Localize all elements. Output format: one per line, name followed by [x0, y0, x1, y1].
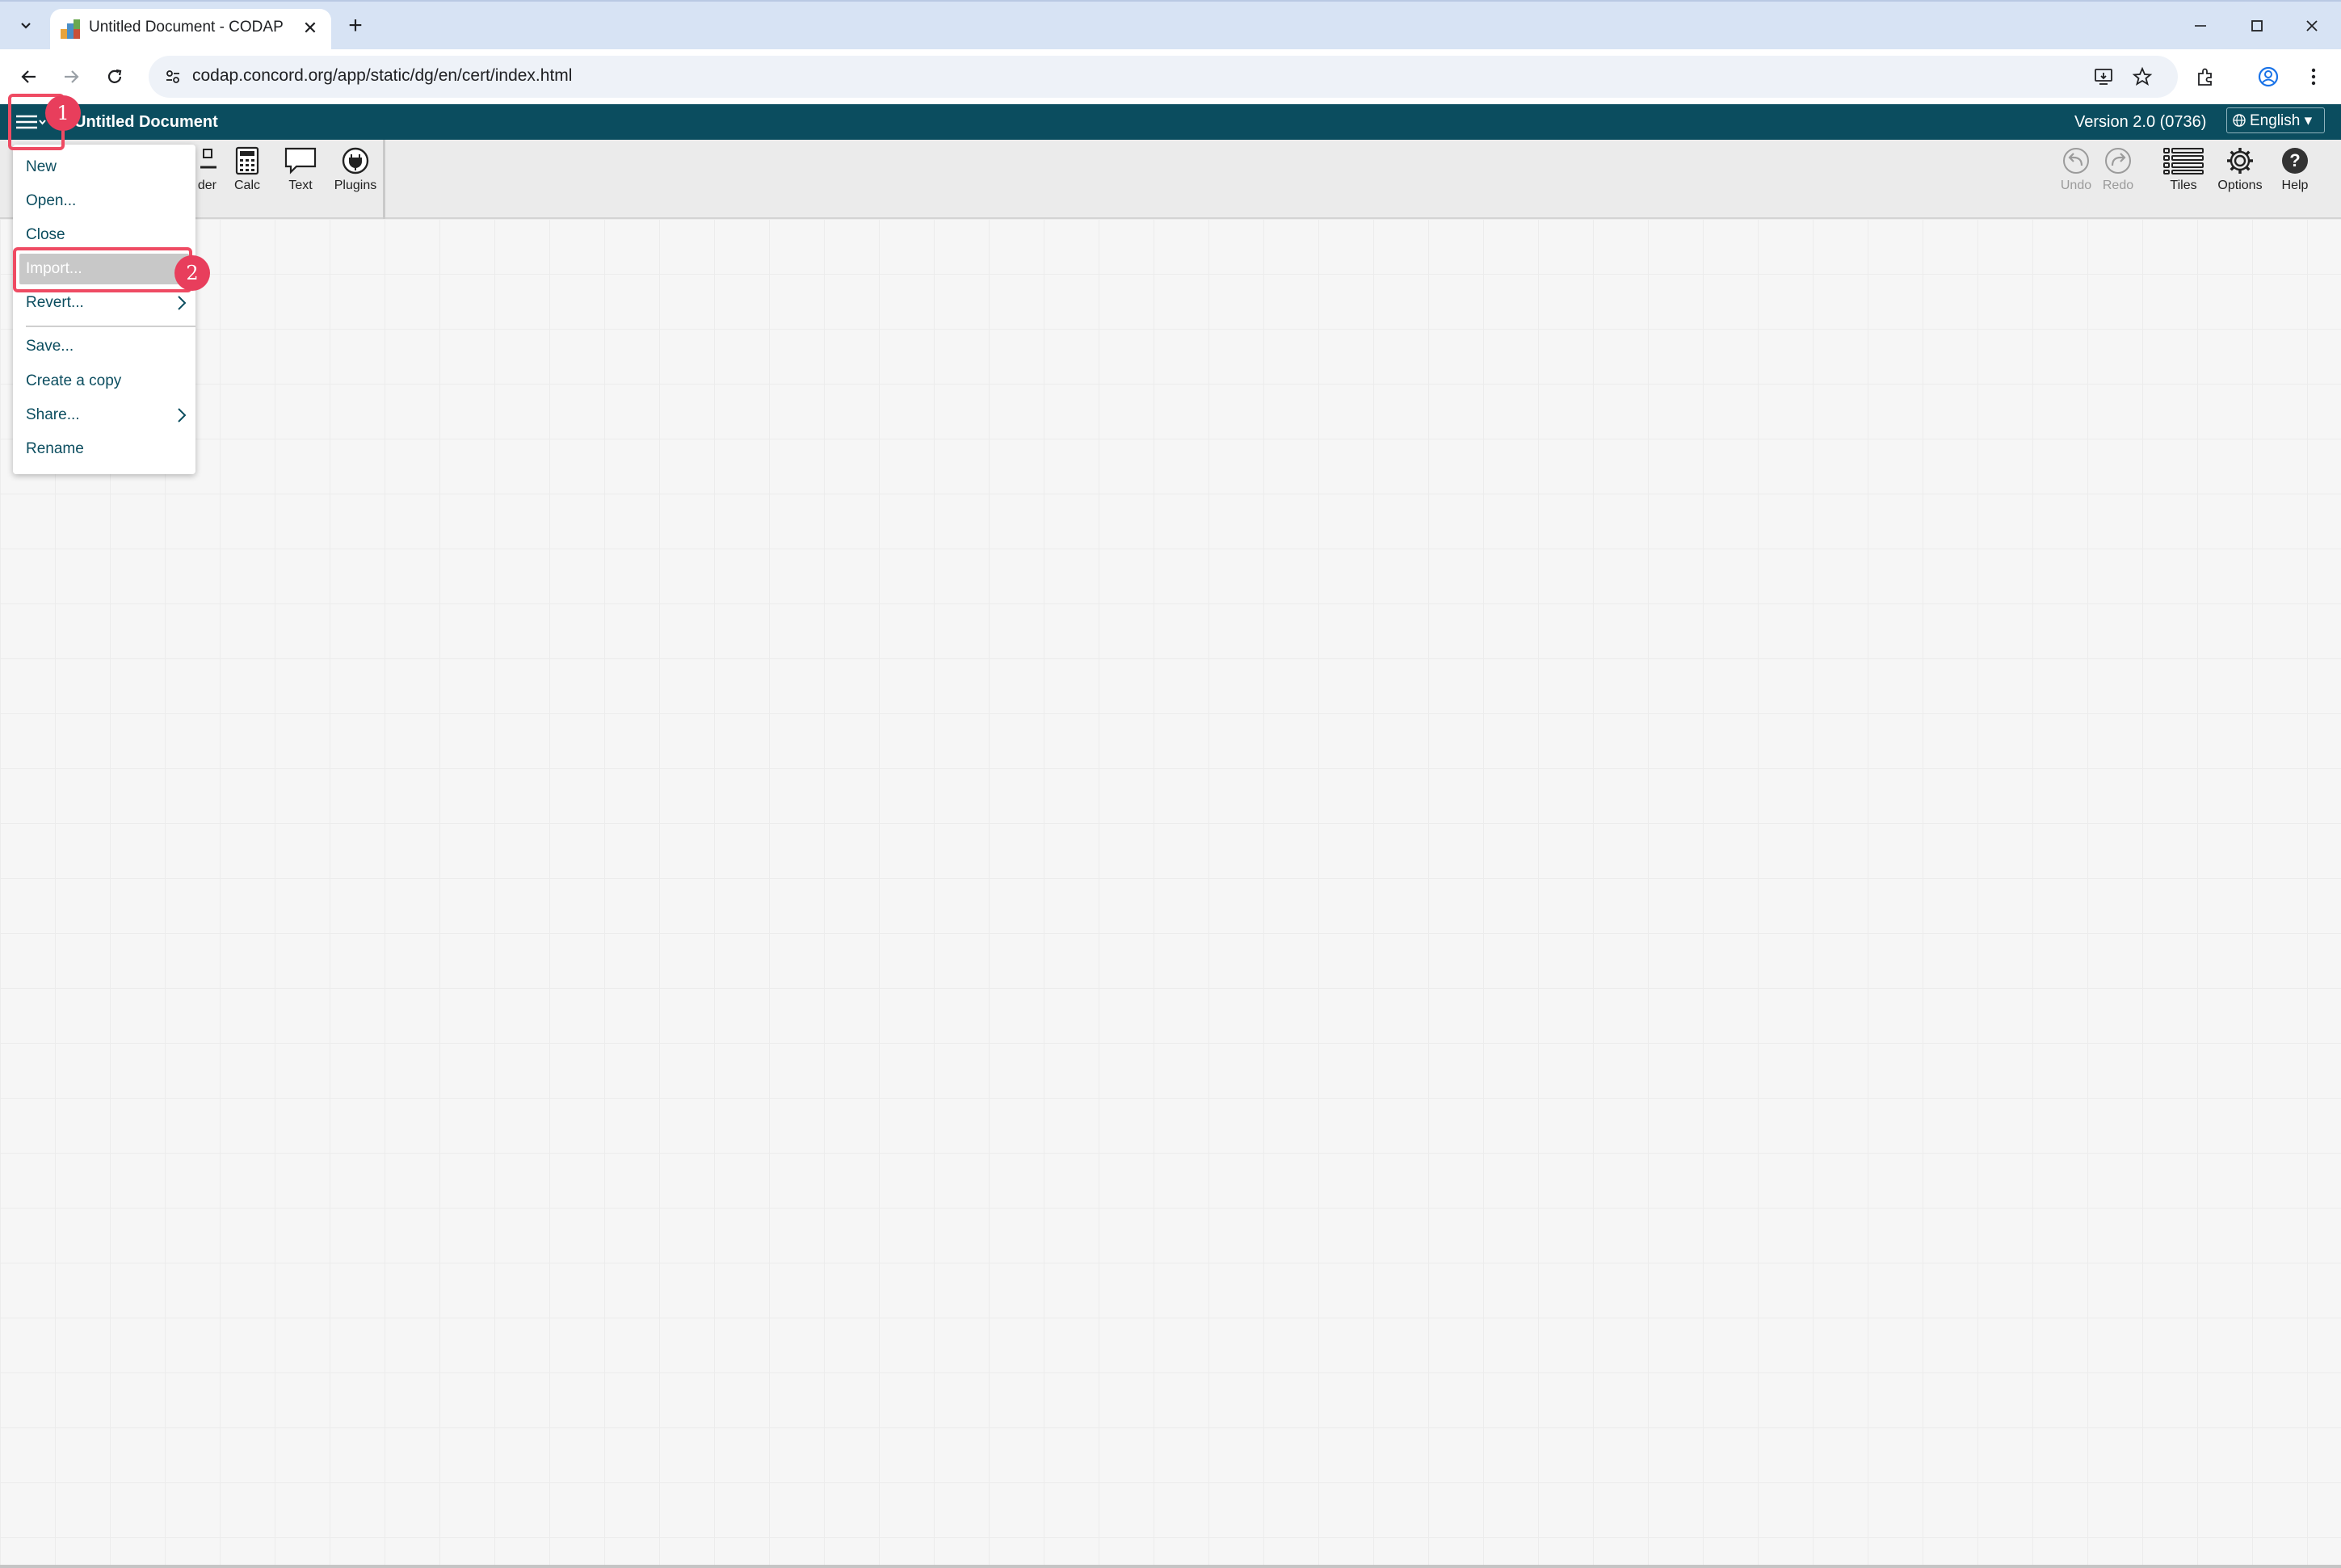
site-settings-icon[interactable]: [162, 65, 184, 88]
undo-label: Undo: [2060, 179, 2092, 192]
version-label: Version 2.0 (0736): [2074, 113, 2207, 131]
menu-separator: [26, 326, 195, 327]
gear-icon: [2227, 148, 2253, 174]
extensions-puzzle-icon[interactable]: [2189, 61, 2221, 93]
menu-item-share[interactable]: Share...: [13, 400, 195, 431]
options-button[interactable]: Options: [2213, 146, 2267, 216]
undo-icon: [2063, 148, 2089, 174]
submenu-chevron-right-icon: [178, 296, 187, 310]
tool-shelf: der Calc Text Plugins Undo Redo Tiles Op…: [0, 140, 2341, 219]
redo-label: Redo: [2102, 179, 2134, 192]
options-label: Options: [2217, 179, 2263, 192]
tiles-label: Tiles: [2170, 179, 2197, 192]
menu-item-share-label: Share...: [26, 406, 80, 423]
submenu-chevron-right-icon: [178, 408, 187, 422]
annotation-badge-1: 1: [45, 95, 81, 131]
browser-toolbar: codap.concord.org/app/static/dg/en/cert/…: [0, 49, 2341, 104]
browser-tab-active[interactable]: Untitled Document - CODAP ✕: [50, 9, 331, 51]
new-tab-button[interactable]: +: [341, 11, 370, 40]
menu-item-close[interactable]: Close: [13, 220, 195, 250]
calculator-icon: [235, 146, 259, 175]
tab-title: Untitled Document - CODAP: [89, 19, 284, 36]
minimize-window-icon[interactable]: [2181, 11, 2220, 40]
plugins-tool-button[interactable]: Plugins: [331, 146, 380, 216]
text-tool-label: Text: [288, 179, 313, 192]
redo-icon: [2105, 148, 2131, 174]
annotation-badge-2: 2: [174, 255, 210, 291]
menu-item-rename[interactable]: Rename: [13, 434, 195, 465]
file-menu-dropdown: New Open... Close Import... Revert... Sa…: [13, 145, 195, 474]
tab-list-chevron-icon[interactable]: [10, 11, 42, 40]
language-label: English ▾: [2250, 111, 2313, 129]
url-text[interactable]: codap.concord.org/app/static/dg/en/cert/…: [192, 66, 572, 86]
help-button[interactable]: ? Help: [2276, 146, 2314, 216]
codap-menubar: Untitled Document Version 2.0 (0736) Eng…: [0, 104, 2341, 140]
annotation-box-2: [13, 247, 192, 292]
language-menu[interactable]: English ▾: [2226, 107, 2325, 133]
browser-tab-strip: Untitled Document - CODAP ✕ +: [0, 0, 2341, 51]
calc-tool-button[interactable]: Calc: [229, 146, 265, 216]
bookmark-star-icon[interactable]: [2129, 64, 2155, 90]
globe-icon: [2233, 114, 2246, 127]
codap-favicon-icon: [60, 19, 81, 40]
maximize-window-icon[interactable]: [2238, 11, 2276, 40]
undo-button[interactable]: Undo: [2058, 146, 2094, 216]
document-title[interactable]: Untitled Document: [74, 113, 218, 132]
calc-tool-label: Calc: [233, 179, 260, 192]
menu-item-revert-label: Revert...: [26, 294, 84, 311]
menu-item-create-copy[interactable]: Create a copy: [13, 366, 195, 397]
help-label: Help: [2281, 179, 2309, 192]
tab-close-icon[interactable]: ✕: [299, 17, 322, 40]
menu-item-new[interactable]: New: [13, 152, 195, 183]
slider-icon: [200, 149, 216, 169]
menu-item-save[interactable]: Save...: [13, 331, 195, 362]
redo-button[interactable]: Redo: [2100, 146, 2136, 216]
forward-arrow-icon[interactable]: [55, 61, 87, 93]
plugins-tool-label: Plugins: [334, 179, 377, 192]
address-bar[interactable]: codap.concord.org/app/static/dg/en/cert/…: [149, 56, 2178, 98]
menu-item-open[interactable]: Open...: [13, 186, 195, 216]
tiles-button[interactable]: Tiles: [2162, 146, 2205, 216]
window-bottom-edge: [0, 1565, 2341, 1568]
back-arrow-icon[interactable]: [13, 61, 45, 93]
reload-icon[interactable]: [99, 61, 131, 93]
tiles-list-icon: [2163, 148, 2204, 174]
browser-menu-kebab-icon[interactable]: [2297, 61, 2330, 93]
slider-tool-label: der: [197, 179, 216, 192]
tool-shelf-divider: [383, 140, 385, 219]
svg-text:?: ?: [2289, 150, 2300, 170]
document-workspace[interactable]: [0, 219, 2341, 1568]
plug-icon: [342, 147, 369, 174]
install-app-icon[interactable]: [2091, 64, 2116, 90]
close-window-icon[interactable]: [2293, 11, 2331, 40]
text-tool-button[interactable]: Text: [281, 146, 320, 216]
text-speech-bubble-icon: [284, 147, 317, 174]
help-question-icon: ?: [2282, 148, 2308, 174]
codap-app: Untitled Document Version 2.0 (0736) Eng…: [0, 104, 2341, 1568]
profile-avatar-icon[interactable]: [2252, 61, 2284, 93]
